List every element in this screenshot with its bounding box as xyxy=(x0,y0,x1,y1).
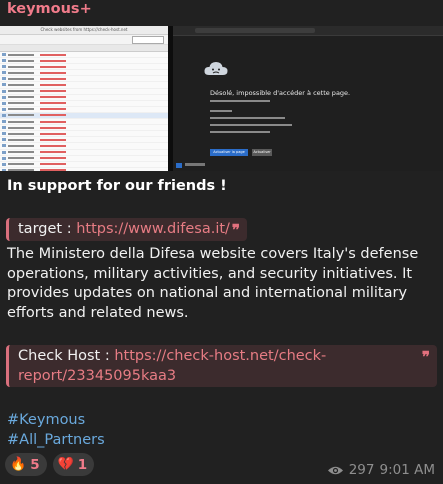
target-link[interactable]: https://www.difesa.it/ xyxy=(76,221,230,237)
screenshot-table-header xyxy=(0,45,168,52)
quote-icon: ❞ xyxy=(421,348,430,366)
reaction-broken-heart-button[interactable]: 💔 1 xyxy=(52,453,95,476)
media-photo[interactable]: Check websites from https://check-host.n… xyxy=(0,26,443,171)
error-text-line xyxy=(210,117,285,119)
screenshot-table-row xyxy=(0,168,168,171)
reaction-fire-button[interactable]: 🔥 5 xyxy=(5,453,47,476)
browser-error-screenshot: Désolé, impossible d'accéder à cette pag… xyxy=(173,26,443,171)
taskbar-label xyxy=(185,163,205,166)
error-text-line xyxy=(210,100,270,102)
screenshot-table xyxy=(0,52,168,171)
error-text-line xyxy=(210,110,232,112)
refresh-page-button: Actualiser la page xyxy=(210,149,248,156)
message-time: 9:01 AM xyxy=(379,462,436,478)
intro-text: In support for our friends ! xyxy=(7,178,227,194)
message-meta: 297 9:01 AM xyxy=(327,462,435,478)
check-host-label: Check Host : xyxy=(18,348,115,364)
view-count: 297 xyxy=(348,462,375,478)
browser-error-title: Désolé, impossible d'accéder à cette pag… xyxy=(210,89,351,97)
broken-heart-icon: 💔 xyxy=(57,457,74,472)
secondary-button: Actualiser xyxy=(252,149,272,156)
target-quote: target : https://www.difesa.it/ ❞ xyxy=(6,218,247,241)
hashtags: #Keymous #All_Partners xyxy=(7,411,105,450)
browser-address-bar xyxy=(173,26,443,36)
quote-icon: ❞ xyxy=(231,221,240,239)
reaction-count: 1 xyxy=(77,456,88,473)
reaction-count: 5 xyxy=(30,456,40,473)
screenshot-toolbar xyxy=(0,35,168,45)
fire-icon: 🔥 xyxy=(10,457,27,472)
description-text: The Ministero della Difesa website cover… xyxy=(7,246,419,321)
sender-name[interactable]: keymous+ xyxy=(7,1,92,17)
hashtag-link[interactable]: #Keymous xyxy=(7,411,105,431)
reactions-bar: 🔥 5 💔 1 xyxy=(5,453,95,476)
views-eye-icon xyxy=(327,466,343,474)
target-label: target : xyxy=(18,221,77,237)
error-text-line xyxy=(210,131,270,133)
sad-cloud-icon xyxy=(204,62,228,75)
edge-icon xyxy=(176,163,182,168)
check-host-quote: Check Host : https://check-host.net/chec… xyxy=(6,345,437,387)
message-post: keymous+ Check websites from https://che… xyxy=(0,0,443,484)
screenshot-window-title: Check websites from https://check-host.n… xyxy=(0,26,168,35)
hashtag-link[interactable]: #All_Partners xyxy=(7,431,105,451)
error-text-line xyxy=(210,124,292,126)
check-host-screenshot: Check websites from https://check-host.n… xyxy=(0,26,168,171)
